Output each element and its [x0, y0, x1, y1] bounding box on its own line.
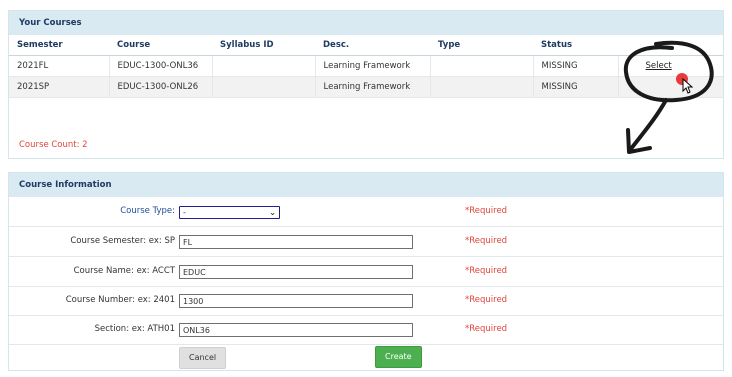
cell-course: EDUC-1300-ONL36 [109, 55, 213, 77]
cancel-button[interactable]: Cancel [179, 347, 227, 369]
form-row-actions: Cancel Create [9, 343, 723, 370]
table-row: 2021FL EDUC-1300-ONL36 Learning Framewor… [9, 55, 723, 77]
section-label: Section: ex: ATH01 [94, 324, 175, 334]
required-note: *Required [465, 206, 508, 216]
create-button[interactable]: Create [375, 346, 422, 368]
course-type-select[interactable]: - ⌄ [179, 206, 280, 219]
cell-action [618, 76, 723, 98]
required-note: *Required [465, 295, 508, 305]
chevron-down-icon: ⌄ [269, 208, 276, 217]
courses-table: Semester Course Syllabus ID Desc. Type S… [9, 35, 723, 98]
course-semester-input[interactable] [179, 235, 413, 249]
your-courses-title: Your Courses [9, 11, 723, 35]
col-semester: Semester [9, 35, 109, 56]
cell-type [430, 55, 534, 77]
cell-desc: Learning Framework [315, 55, 431, 77]
required-note: *Required [465, 236, 508, 246]
select-link[interactable]: Select [646, 61, 672, 71]
form-row-semester: Course Semester: ex: SP *Required [9, 227, 723, 257]
col-type: Type [430, 35, 533, 56]
form-row-name: Course Name: ex: ACCT *Required [9, 257, 723, 287]
cell-syllabus-id [212, 76, 316, 98]
mouse-cursor-icon [682, 78, 694, 94]
cell-semester: 2021SP [9, 76, 110, 98]
col-syllabus-id: Syllabus ID [212, 35, 315, 56]
course-information-panel: Course Information Course Type: - ⌄ *Req… [8, 172, 724, 371]
course-type-value: - [183, 208, 186, 217]
section-input[interactable] [179, 323, 413, 337]
cell-syllabus-id [212, 55, 316, 77]
course-number-input[interactable] [179, 294, 413, 308]
required-note: *Required [465, 324, 508, 334]
col-course: Course [109, 35, 212, 56]
form-row-course-type: Course Type: - ⌄ *Required [9, 197, 723, 227]
col-status: Status [533, 35, 618, 56]
cell-action: Select [618, 55, 723, 77]
cell-type [430, 76, 534, 98]
course-number-label: Course Number: ex: 2401 [65, 295, 175, 305]
course-semester-label: Course Semester: ex: SP [70, 236, 175, 246]
course-count: Course Count: 2 [19, 140, 88, 150]
required-note: *Required [465, 266, 508, 276]
courses-header-row: Semester Course Syllabus ID Desc. Type S… [9, 35, 723, 56]
form-row-section: Section: ex: ATH01 *Required [9, 315, 723, 345]
course-name-label: Course Name: ex: ACCT [73, 266, 175, 276]
cell-semester: 2021FL [9, 55, 110, 77]
cell-status: MISSING [533, 55, 619, 77]
course-information-title: Course Information [9, 173, 723, 197]
form-row-number: Course Number: ex: 2401 *Required [9, 286, 723, 316]
table-row: 2021SP EDUC-1300-ONL26 Learning Framewor… [9, 76, 723, 98]
col-action [618, 35, 723, 56]
your-courses-panel: Your Courses Semester Course Syllabus ID… [8, 10, 724, 159]
course-name-input[interactable] [179, 265, 413, 279]
cell-desc: Learning Framework [315, 76, 431, 98]
cell-status: MISSING [533, 76, 619, 98]
cell-course: EDUC-1300-ONL26 [109, 76, 213, 98]
col-desc: Desc. [315, 35, 430, 56]
course-type-label: Course Type: [120, 206, 175, 216]
